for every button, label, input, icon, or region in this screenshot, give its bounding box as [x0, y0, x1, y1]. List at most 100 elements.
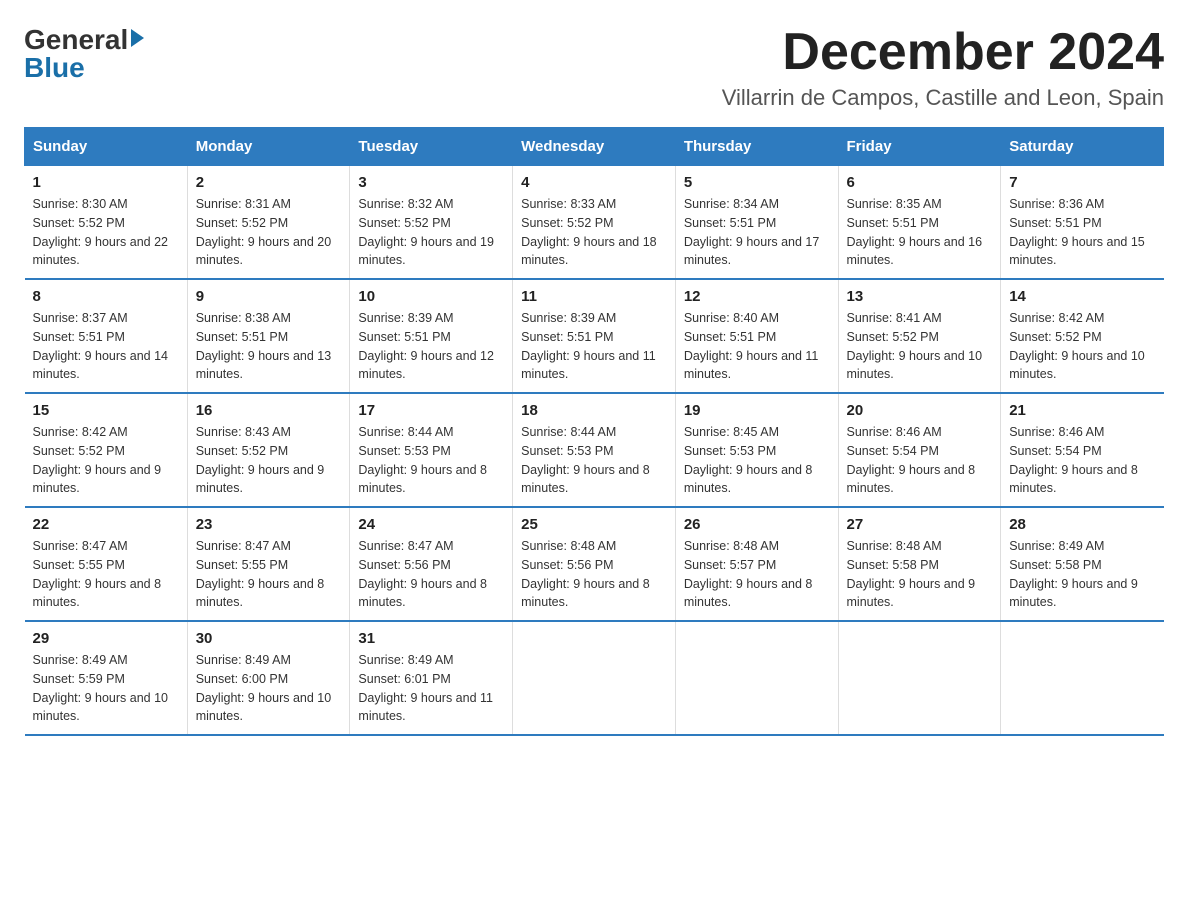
day-number: 19 — [684, 402, 830, 419]
day-number: 28 — [1009, 516, 1155, 533]
calendar-cell: 28 Sunrise: 8:49 AMSunset: 5:58 PMDaylig… — [1001, 507, 1164, 621]
day-info: Sunrise: 8:35 AMSunset: 5:51 PMDaylight:… — [847, 195, 993, 270]
day-number: 3 — [358, 174, 504, 191]
page-title: December 2024 — [722, 24, 1164, 81]
day-info: Sunrise: 8:36 AMSunset: 5:51 PMDaylight:… — [1009, 195, 1155, 270]
weekday-header-tuesday: Tuesday — [350, 128, 513, 166]
calendar-table: SundayMondayTuesdayWednesdayThursdayFrid… — [24, 127, 1164, 736]
calendar-cell: 7 Sunrise: 8:36 AMSunset: 5:51 PMDayligh… — [1001, 166, 1164, 280]
calendar-cell — [1001, 621, 1164, 735]
calendar-cell: 16 Sunrise: 8:43 AMSunset: 5:52 PMDaylig… — [187, 393, 350, 507]
day-number: 4 — [521, 174, 667, 191]
logo-blue-text: Blue — [24, 52, 85, 84]
day-info: Sunrise: 8:42 AMSunset: 5:52 PMDaylight:… — [33, 423, 179, 498]
day-number: 17 — [358, 402, 504, 419]
weekday-header-sunday: Sunday — [25, 128, 188, 166]
day-number: 8 — [33, 288, 179, 305]
day-number: 27 — [847, 516, 993, 533]
day-number: 12 — [684, 288, 830, 305]
calendar-cell: 8 Sunrise: 8:37 AMSunset: 5:51 PMDayligh… — [25, 279, 188, 393]
page-subtitle: Villarrin de Campos, Castille and Leon, … — [722, 85, 1164, 111]
weekday-header-row: SundayMondayTuesdayWednesdayThursdayFrid… — [25, 128, 1164, 166]
day-number: 13 — [847, 288, 993, 305]
calendar-cell: 13 Sunrise: 8:41 AMSunset: 5:52 PMDaylig… — [838, 279, 1001, 393]
weekday-header-thursday: Thursday — [675, 128, 838, 166]
calendar-cell: 30 Sunrise: 8:49 AMSunset: 6:00 PMDaylig… — [187, 621, 350, 735]
calendar-cell: 1 Sunrise: 8:30 AMSunset: 5:52 PMDayligh… — [25, 166, 188, 280]
day-info: Sunrise: 8:49 AMSunset: 5:58 PMDaylight:… — [1009, 537, 1155, 612]
day-number: 30 — [196, 630, 342, 647]
calendar-cell: 22 Sunrise: 8:47 AMSunset: 5:55 PMDaylig… — [25, 507, 188, 621]
day-info: Sunrise: 8:45 AMSunset: 5:53 PMDaylight:… — [684, 423, 830, 498]
page-header: General Blue December 2024 Villarrin de … — [24, 24, 1164, 111]
day-info: Sunrise: 8:32 AMSunset: 5:52 PMDaylight:… — [358, 195, 504, 270]
calendar-cell: 26 Sunrise: 8:48 AMSunset: 5:57 PMDaylig… — [675, 507, 838, 621]
day-info: Sunrise: 8:39 AMSunset: 5:51 PMDaylight:… — [358, 309, 504, 384]
day-info: Sunrise: 8:41 AMSunset: 5:52 PMDaylight:… — [847, 309, 993, 384]
weekday-header-monday: Monday — [187, 128, 350, 166]
day-number: 14 — [1009, 288, 1155, 305]
calendar-cell: 20 Sunrise: 8:46 AMSunset: 5:54 PMDaylig… — [838, 393, 1001, 507]
calendar-cell: 17 Sunrise: 8:44 AMSunset: 5:53 PMDaylig… — [350, 393, 513, 507]
calendar-cell — [838, 621, 1001, 735]
calendar-cell: 4 Sunrise: 8:33 AMSunset: 5:52 PMDayligh… — [513, 166, 676, 280]
calendar-week-row: 22 Sunrise: 8:47 AMSunset: 5:55 PMDaylig… — [25, 507, 1164, 621]
day-number: 15 — [33, 402, 179, 419]
day-number: 11 — [521, 288, 667, 305]
day-number: 26 — [684, 516, 830, 533]
calendar-cell: 25 Sunrise: 8:48 AMSunset: 5:56 PMDaylig… — [513, 507, 676, 621]
calendar-cell — [675, 621, 838, 735]
day-number: 22 — [33, 516, 179, 533]
day-number: 1 — [33, 174, 179, 191]
day-info: Sunrise: 8:37 AMSunset: 5:51 PMDaylight:… — [33, 309, 179, 384]
calendar-cell: 15 Sunrise: 8:42 AMSunset: 5:52 PMDaylig… — [25, 393, 188, 507]
day-info: Sunrise: 8:31 AMSunset: 5:52 PMDaylight:… — [196, 195, 342, 270]
day-info: Sunrise: 8:49 AMSunset: 6:00 PMDaylight:… — [196, 651, 342, 726]
day-info: Sunrise: 8:30 AMSunset: 5:52 PMDaylight:… — [33, 195, 179, 270]
day-number: 2 — [196, 174, 342, 191]
day-number: 18 — [521, 402, 667, 419]
day-info: Sunrise: 8:46 AMSunset: 5:54 PMDaylight:… — [1009, 423, 1155, 498]
day-number: 23 — [196, 516, 342, 533]
calendar-week-row: 8 Sunrise: 8:37 AMSunset: 5:51 PMDayligh… — [25, 279, 1164, 393]
calendar-week-row: 15 Sunrise: 8:42 AMSunset: 5:52 PMDaylig… — [25, 393, 1164, 507]
calendar-cell: 23 Sunrise: 8:47 AMSunset: 5:55 PMDaylig… — [187, 507, 350, 621]
calendar-cell: 11 Sunrise: 8:39 AMSunset: 5:51 PMDaylig… — [513, 279, 676, 393]
day-info: Sunrise: 8:46 AMSunset: 5:54 PMDaylight:… — [847, 423, 993, 498]
calendar-cell: 27 Sunrise: 8:48 AMSunset: 5:58 PMDaylig… — [838, 507, 1001, 621]
day-number: 21 — [1009, 402, 1155, 419]
day-info: Sunrise: 8:40 AMSunset: 5:51 PMDaylight:… — [684, 309, 830, 384]
calendar-cell: 31 Sunrise: 8:49 AMSunset: 6:01 PMDaylig… — [350, 621, 513, 735]
day-number: 16 — [196, 402, 342, 419]
day-number: 31 — [358, 630, 504, 647]
weekday-header-saturday: Saturday — [1001, 128, 1164, 166]
day-number: 29 — [33, 630, 179, 647]
day-info: Sunrise: 8:39 AMSunset: 5:51 PMDaylight:… — [521, 309, 667, 384]
day-info: Sunrise: 8:49 AMSunset: 6:01 PMDaylight:… — [358, 651, 504, 726]
day-number: 6 — [847, 174, 993, 191]
calendar-cell: 21 Sunrise: 8:46 AMSunset: 5:54 PMDaylig… — [1001, 393, 1164, 507]
day-info: Sunrise: 8:38 AMSunset: 5:51 PMDaylight:… — [196, 309, 342, 384]
calendar-cell: 18 Sunrise: 8:44 AMSunset: 5:53 PMDaylig… — [513, 393, 676, 507]
calendar-cell — [513, 621, 676, 735]
day-info: Sunrise: 8:33 AMSunset: 5:52 PMDaylight:… — [521, 195, 667, 270]
calendar-cell: 29 Sunrise: 8:49 AMSunset: 5:59 PMDaylig… — [25, 621, 188, 735]
day-info: Sunrise: 8:47 AMSunset: 5:56 PMDaylight:… — [358, 537, 504, 612]
logo: General Blue — [24, 24, 144, 84]
calendar-cell: 6 Sunrise: 8:35 AMSunset: 5:51 PMDayligh… — [838, 166, 1001, 280]
day-info: Sunrise: 8:43 AMSunset: 5:52 PMDaylight:… — [196, 423, 342, 498]
logo-arrow-icon — [131, 29, 144, 47]
day-info: Sunrise: 8:48 AMSunset: 5:57 PMDaylight:… — [684, 537, 830, 612]
day-number: 24 — [358, 516, 504, 533]
weekday-header-friday: Friday — [838, 128, 1001, 166]
calendar-cell: 9 Sunrise: 8:38 AMSunset: 5:51 PMDayligh… — [187, 279, 350, 393]
day-info: Sunrise: 8:47 AMSunset: 5:55 PMDaylight:… — [33, 537, 179, 612]
calendar-week-row: 29 Sunrise: 8:49 AMSunset: 5:59 PMDaylig… — [25, 621, 1164, 735]
day-info: Sunrise: 8:44 AMSunset: 5:53 PMDaylight:… — [521, 423, 667, 498]
day-number: 9 — [196, 288, 342, 305]
calendar-cell: 19 Sunrise: 8:45 AMSunset: 5:53 PMDaylig… — [675, 393, 838, 507]
day-info: Sunrise: 8:34 AMSunset: 5:51 PMDaylight:… — [684, 195, 830, 270]
day-info: Sunrise: 8:44 AMSunset: 5:53 PMDaylight:… — [358, 423, 504, 498]
day-number: 20 — [847, 402, 993, 419]
calendar-cell: 12 Sunrise: 8:40 AMSunset: 5:51 PMDaylig… — [675, 279, 838, 393]
